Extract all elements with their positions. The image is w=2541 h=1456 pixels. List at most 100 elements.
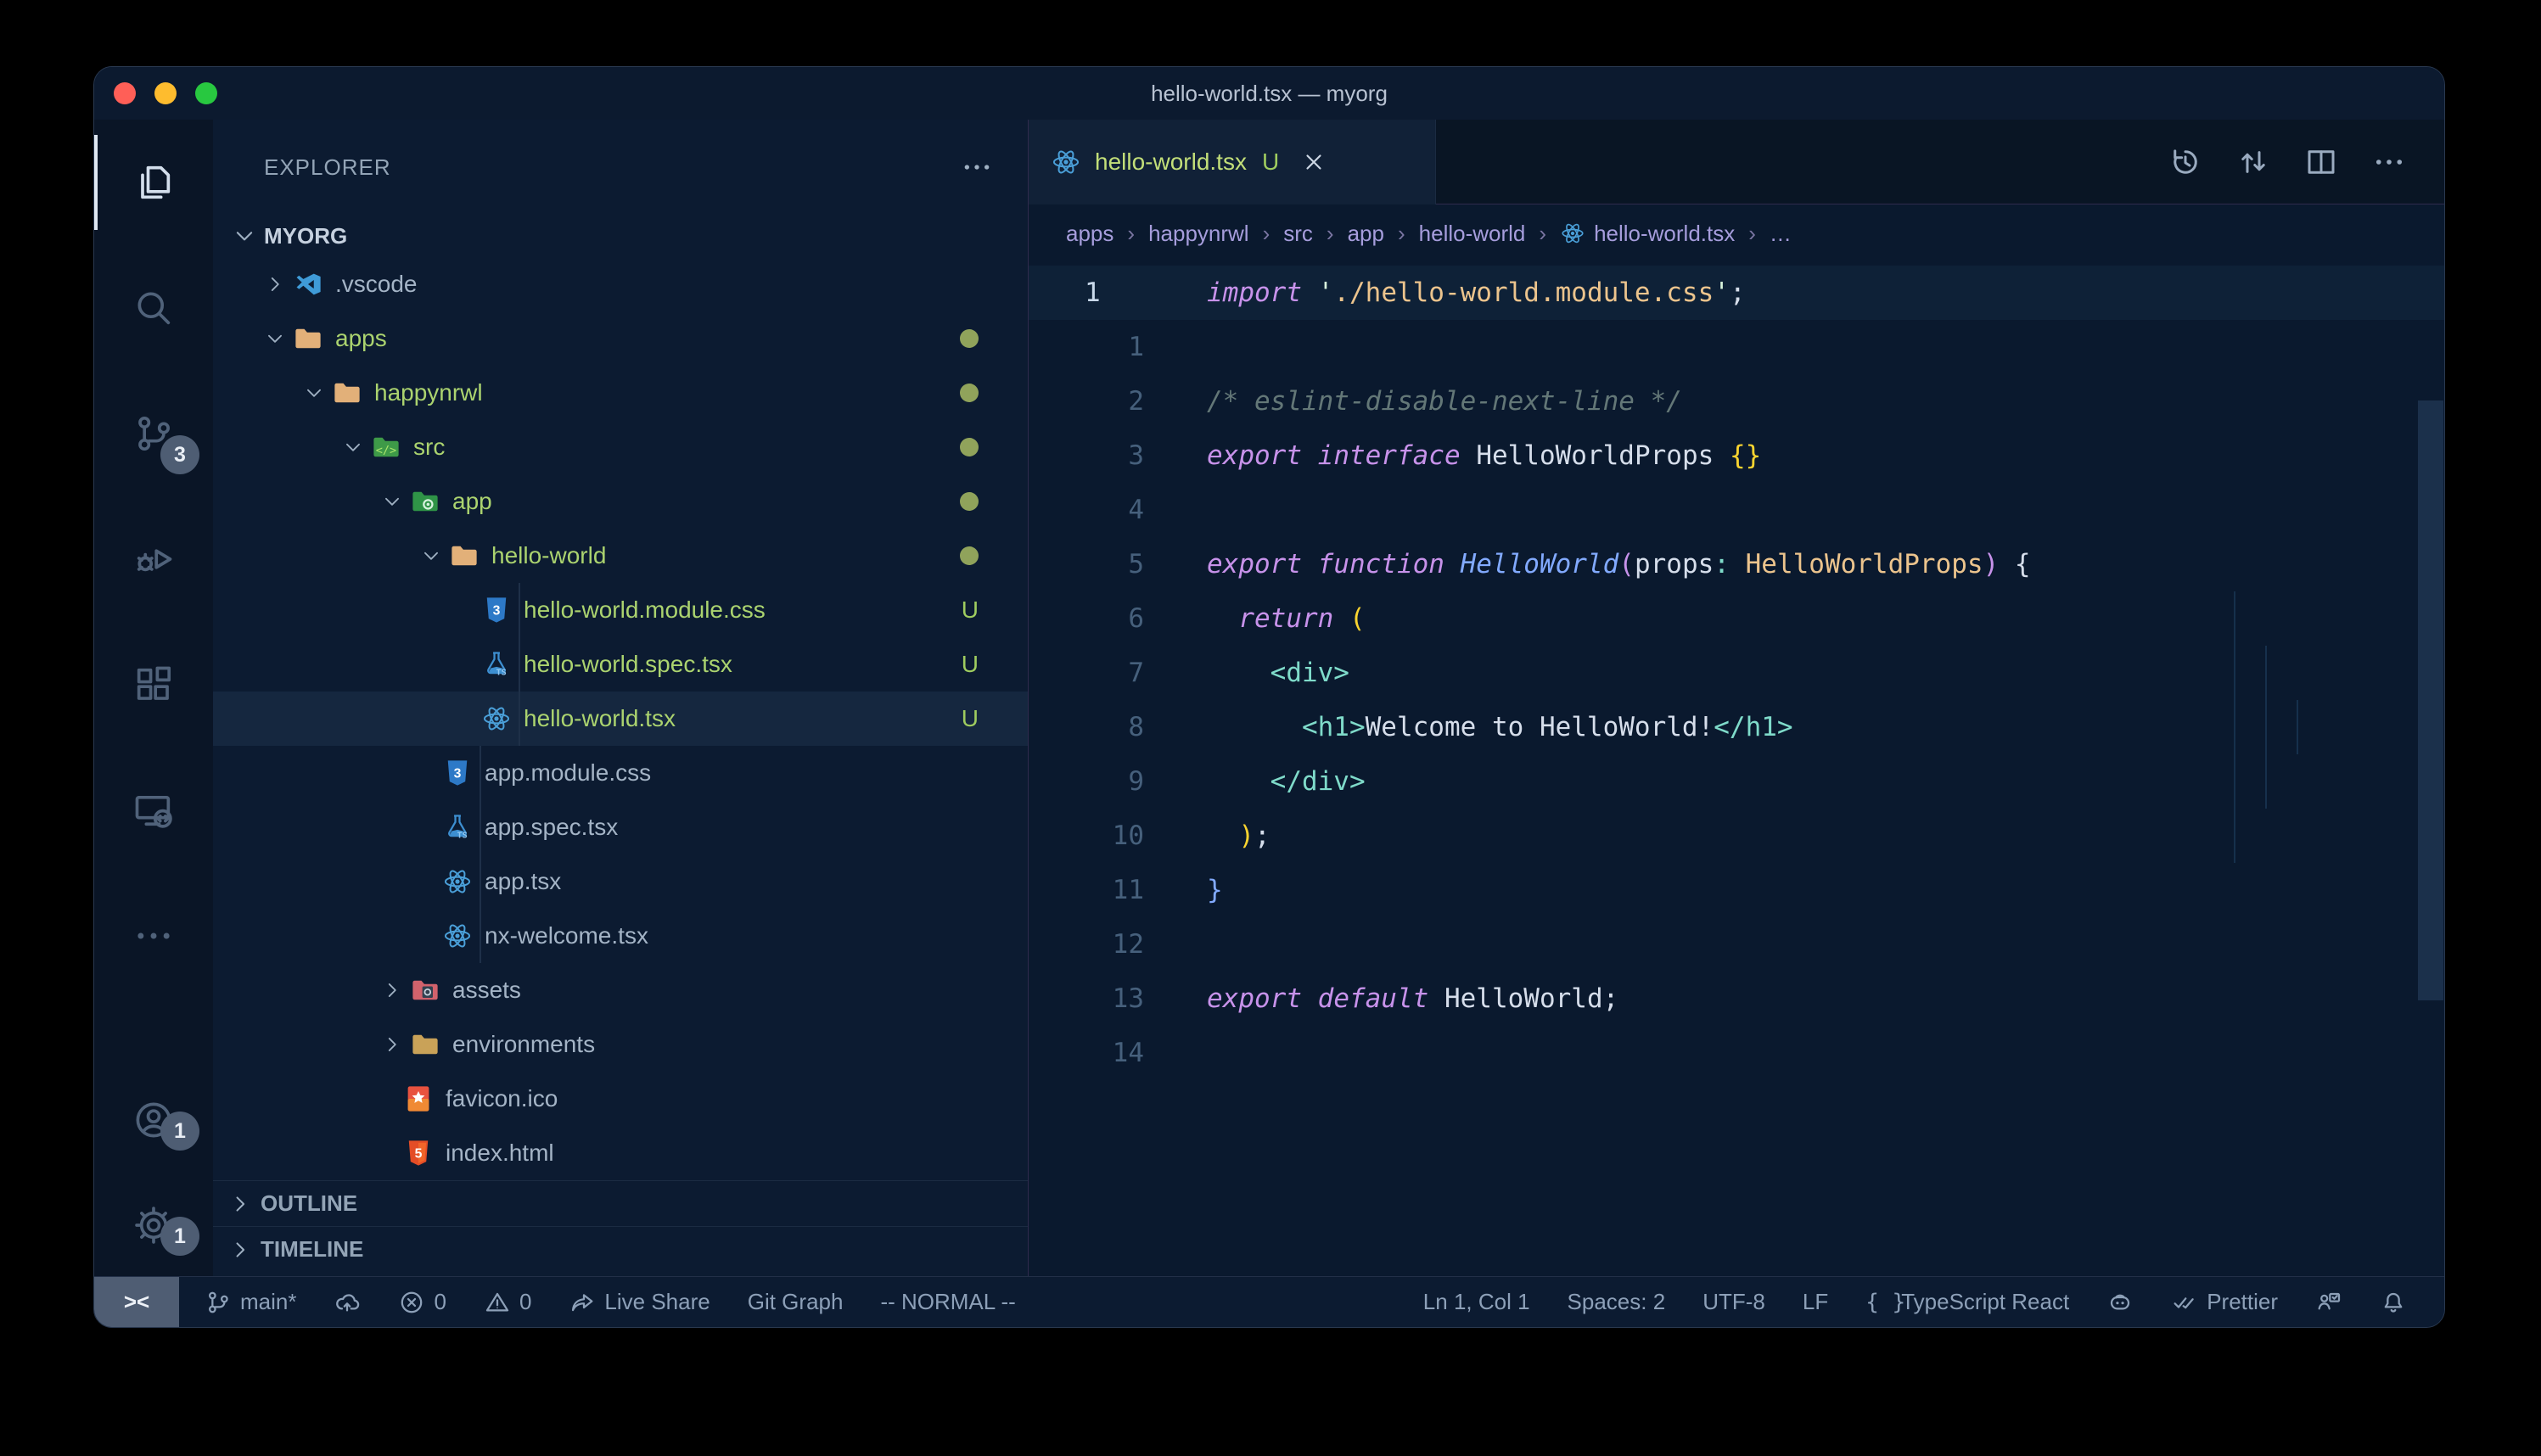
tree-item-apps[interactable]: apps [213,311,1028,366]
folder-tan-icon [332,378,362,408]
code-line[interactable]: 13export default HelloWorld; [1029,972,2445,1026]
status-feedback[interactable] [2315,1289,2342,1316]
tree-item-label: app [452,488,492,515]
line-number[interactable]: 10 [1029,820,1144,851]
status-problems-warnings[interactable]: 0 [484,1289,531,1316]
breadcrumb-item-hello-world-tsx[interactable]: hello-world.tsx [1560,221,1735,247]
breadcrumb-label: src [1283,221,1313,247]
line-number[interactable]: 3 [1029,440,1144,471]
line-number[interactable]: 6 [1029,603,1144,634]
tree-item-hello-world-spec-tsx[interactable]: TShello-world.spec.tsxU [213,637,1028,692]
line-number[interactable]: 12 [1029,929,1144,960]
breadcrumb-item-src[interactable]: src [1283,221,1313,247]
project-root-row[interactable]: MYORG [213,215,1028,257]
split-editor-icon[interactable] [2303,144,2339,180]
line-number[interactable]: 5 [1029,549,1144,580]
open-changes-icon[interactable] [2235,144,2271,180]
status-notifications[interactable] [2380,1289,2407,1316]
tree-item-app-module-css[interactable]: 3app.module.css [213,746,1028,800]
tree-item--vscode[interactable]: .vscode [213,257,1028,311]
code-line[interactable]: 5export function HelloWorld(props: Hello… [1029,537,2445,591]
code-line[interactable]: 11} [1029,863,2445,917]
line-number[interactable]: 13 [1029,983,1144,1014]
activity-item-explorer[interactable] [94,120,213,245]
code-editor[interactable]: 1import './hello-world.module.css';12/* … [1029,262,2445,1278]
code-line[interactable]: 2/* eslint-disable-next-line */ [1029,374,2445,428]
code-line[interactable]: 3export interface HelloWorldProps {} [1029,428,2445,483]
section-outline[interactable]: OUTLINE [213,1180,1028,1226]
tree-item-happynrwl[interactable]: happynrwl [213,366,1028,420]
line-number[interactable]: 8 [1029,712,1144,742]
tree-item-nx-welcome-tsx[interactable]: nx-welcome.tsx [213,909,1028,963]
tree-item-src[interactable]: </>src [213,420,1028,474]
section-timeline[interactable]: TIMELINE [213,1226,1028,1272]
tree-item-app-tsx[interactable]: app.tsx [213,854,1028,909]
remote-indicator[interactable]: >< [94,1277,179,1327]
activity-item-more-views[interactable] [94,873,213,999]
tree-item-index-html[interactable]: 5index.html [213,1126,1028,1180]
status-git-branch[interactable]: main* [205,1289,296,1316]
code-line[interactable]: 6 return ( [1029,591,2445,646]
code-line[interactable]: 10 ); [1029,809,2445,863]
breadcrumb-item-hello-world[interactable]: hello-world [1419,221,1526,247]
activity-item-accounts[interactable]: 1 [94,1067,213,1173]
tree-item-hello-world-module-css[interactable]: 3hello-world.module.cssU [213,583,1028,637]
breadcrumb-item-apps[interactable]: apps [1066,221,1113,247]
status-vim-mode[interactable]: -- NORMAL -- [880,1289,1015,1315]
window-title: hello-world.tsx — myorg [94,67,2444,120]
tree-item-assets[interactable]: assets [213,963,1028,1017]
status-publish-changes[interactable] [334,1289,361,1316]
line-number[interactable]: 7 [1029,658,1144,688]
line-number[interactable]: 14 [1029,1038,1144,1068]
open-timeline-icon[interactable] [2168,144,2203,180]
status-language-mode[interactable]: { }TypeScript React [1865,1289,2069,1316]
file-tree: .vscodeappshappynrwl</>src app hello-world… [213,257,1028,1180]
remote-icon [132,788,176,832]
breadcrumb-item-happynrwl[interactable]: happynrwl [1148,221,1249,247]
status-live-share[interactable]: Live Share [569,1289,710,1316]
line-number[interactable]: 1 [1029,332,1144,362]
svg-text:3: 3 [454,767,462,781]
tab-hello-world-tsx[interactable]: hello-world.tsx U [1029,120,1436,204]
line-number[interactable]: 11 [1029,875,1144,905]
tree-item-hello-world-tsx[interactable]: hello-world.tsxU [213,692,1028,746]
more-actions-icon[interactable] [2371,144,2407,180]
activity-item-remote-explorer[interactable] [94,748,213,873]
tree-item-app-spec-tsx[interactable]: TSapp.spec.tsx [213,800,1028,854]
status-indentation[interactable]: Spaces: 2 [1568,1289,1666,1315]
line-number[interactable]: 2 [1029,386,1144,417]
code-line[interactable]: 4 [1029,483,2445,537]
code-line[interactable]: 14 [1029,1026,2445,1080]
status-git-graph[interactable]: Git Graph [748,1289,844,1315]
status-copilot[interactable] [2106,1289,2134,1316]
activity-item-run-and-debug[interactable] [94,496,213,622]
breadcrumb-item-app[interactable]: app [1348,221,1384,247]
activity-item-search[interactable] [94,245,213,371]
status-formatter-prettier[interactable]: Prettier [2171,1289,2278,1316]
line-number[interactable]: 9 [1029,766,1144,797]
status-cursor-position[interactable]: Ln 1, Col 1 [1423,1289,1530,1315]
status-eol[interactable]: LF [1803,1289,1828,1315]
line-number[interactable]: 4 [1029,495,1144,525]
views-and-more-actions-icon[interactable] [960,150,994,184]
tree-item-environments[interactable]: environments [213,1017,1028,1072]
activity-item-extensions[interactable] [94,622,213,748]
tree-item-label: favicon.ico [446,1085,558,1112]
editor-scrollbar[interactable] [2418,400,2443,1000]
code-line[interactable]: 1import './hello-world.module.css'; [1029,266,2445,320]
status-encoding[interactable]: UTF-8 [1702,1289,1765,1315]
code-line[interactable]: 8 <h1>Welcome to HelloWorld!</h1> [1029,700,2445,754]
tree-item-hello-world[interactable]: hello-world [213,529,1028,583]
code-line[interactable]: 12 [1029,917,2445,972]
breadcrumb-item--[interactable]: … [1770,221,1792,247]
status-problems-errors[interactable]: 0 [398,1289,446,1316]
code-line[interactable]: 9 </div> [1029,754,2445,809]
code-line[interactable]: 1 [1029,320,2445,374]
activity-item-source-control[interactable]: 3 [94,371,213,496]
line-number[interactable]: 1 [1029,277,1144,308]
code-line[interactable]: 7 <div> [1029,646,2445,700]
close-tab-icon[interactable] [1301,149,1327,175]
tree-item-app[interactable]: app [213,474,1028,529]
activity-item-settings[interactable]: 1 [94,1173,213,1278]
tree-item-favicon-ico[interactable]: favicon.ico [213,1072,1028,1126]
